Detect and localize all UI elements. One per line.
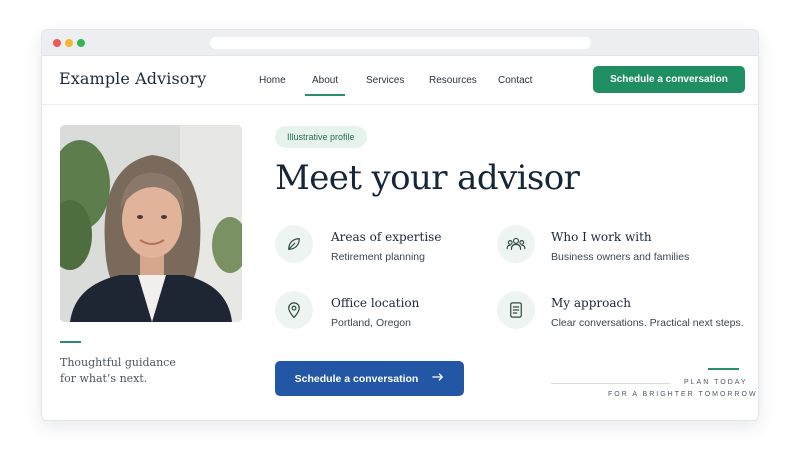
schedule-conversation-button[interactable]: Schedule a conversation	[275, 361, 464, 396]
feature-location-title: Office location	[331, 296, 420, 310]
tagline-line-2: for what’s next.	[60, 372, 148, 385]
nav-link-about[interactable]: About	[304, 75, 346, 96]
plan-today-text: PLAN TODAY	[684, 379, 748, 386]
location-pin-icon	[275, 291, 313, 329]
tagline-accent-line	[60, 341, 81, 343]
leaf-icon	[275, 225, 313, 263]
brighter-tomorrow-text: FOR A BRIGHTER TOMORROW	[608, 391, 758, 398]
page-title: Meet your advisor	[275, 158, 580, 198]
browser-window: Example Advisory Home About Services Res…	[41, 29, 759, 421]
feature-location-desc: Portland, Oregon	[331, 317, 411, 329]
people-icon	[497, 225, 535, 263]
feature-clients-title: Who I work with	[551, 230, 652, 244]
plan-accent-line	[708, 368, 739, 370]
feature-expertise-title: Areas of expertise	[331, 230, 442, 244]
feature-approach-desc: Clear conversations. Practical next step…	[551, 317, 744, 329]
advisor-photo	[60, 125, 242, 322]
profile-tagline: Thoughtful guidance for what’s next.	[60, 355, 176, 387]
nav-link-services[interactable]: Services	[366, 75, 404, 86]
browser-chrome	[42, 30, 758, 56]
illustrative-profile-badge: Illustrative profile	[275, 126, 367, 148]
close-window-dot[interactable]	[53, 39, 61, 47]
schedule-button-label: Schedule a conversation	[294, 372, 419, 385]
address-bar[interactable]	[210, 37, 591, 49]
feature-clients-desc: Business owners and families	[551, 251, 690, 263]
site-header: Example Advisory Home About Services Res…	[42, 56, 758, 105]
document-icon	[497, 291, 535, 329]
arrow-right-icon	[432, 372, 444, 385]
maximize-window-dot[interactable]	[77, 39, 85, 47]
nav-link-contact[interactable]: Contact	[498, 75, 532, 86]
plan-divider	[551, 383, 670, 384]
feature-expertise-desc: Retirement planning	[331, 251, 425, 263]
nav-link-resources[interactable]: Resources	[429, 75, 477, 86]
header-schedule-button[interactable]: Schedule a conversation	[593, 66, 745, 93]
minimize-window-dot[interactable]	[65, 39, 73, 47]
brand-logo[interactable]: Example Advisory	[59, 69, 206, 88]
tagline-line-1: Thoughtful guidance	[60, 356, 176, 369]
nav-link-home[interactable]: Home	[259, 75, 286, 86]
feature-approach-title: My approach	[551, 296, 631, 310]
